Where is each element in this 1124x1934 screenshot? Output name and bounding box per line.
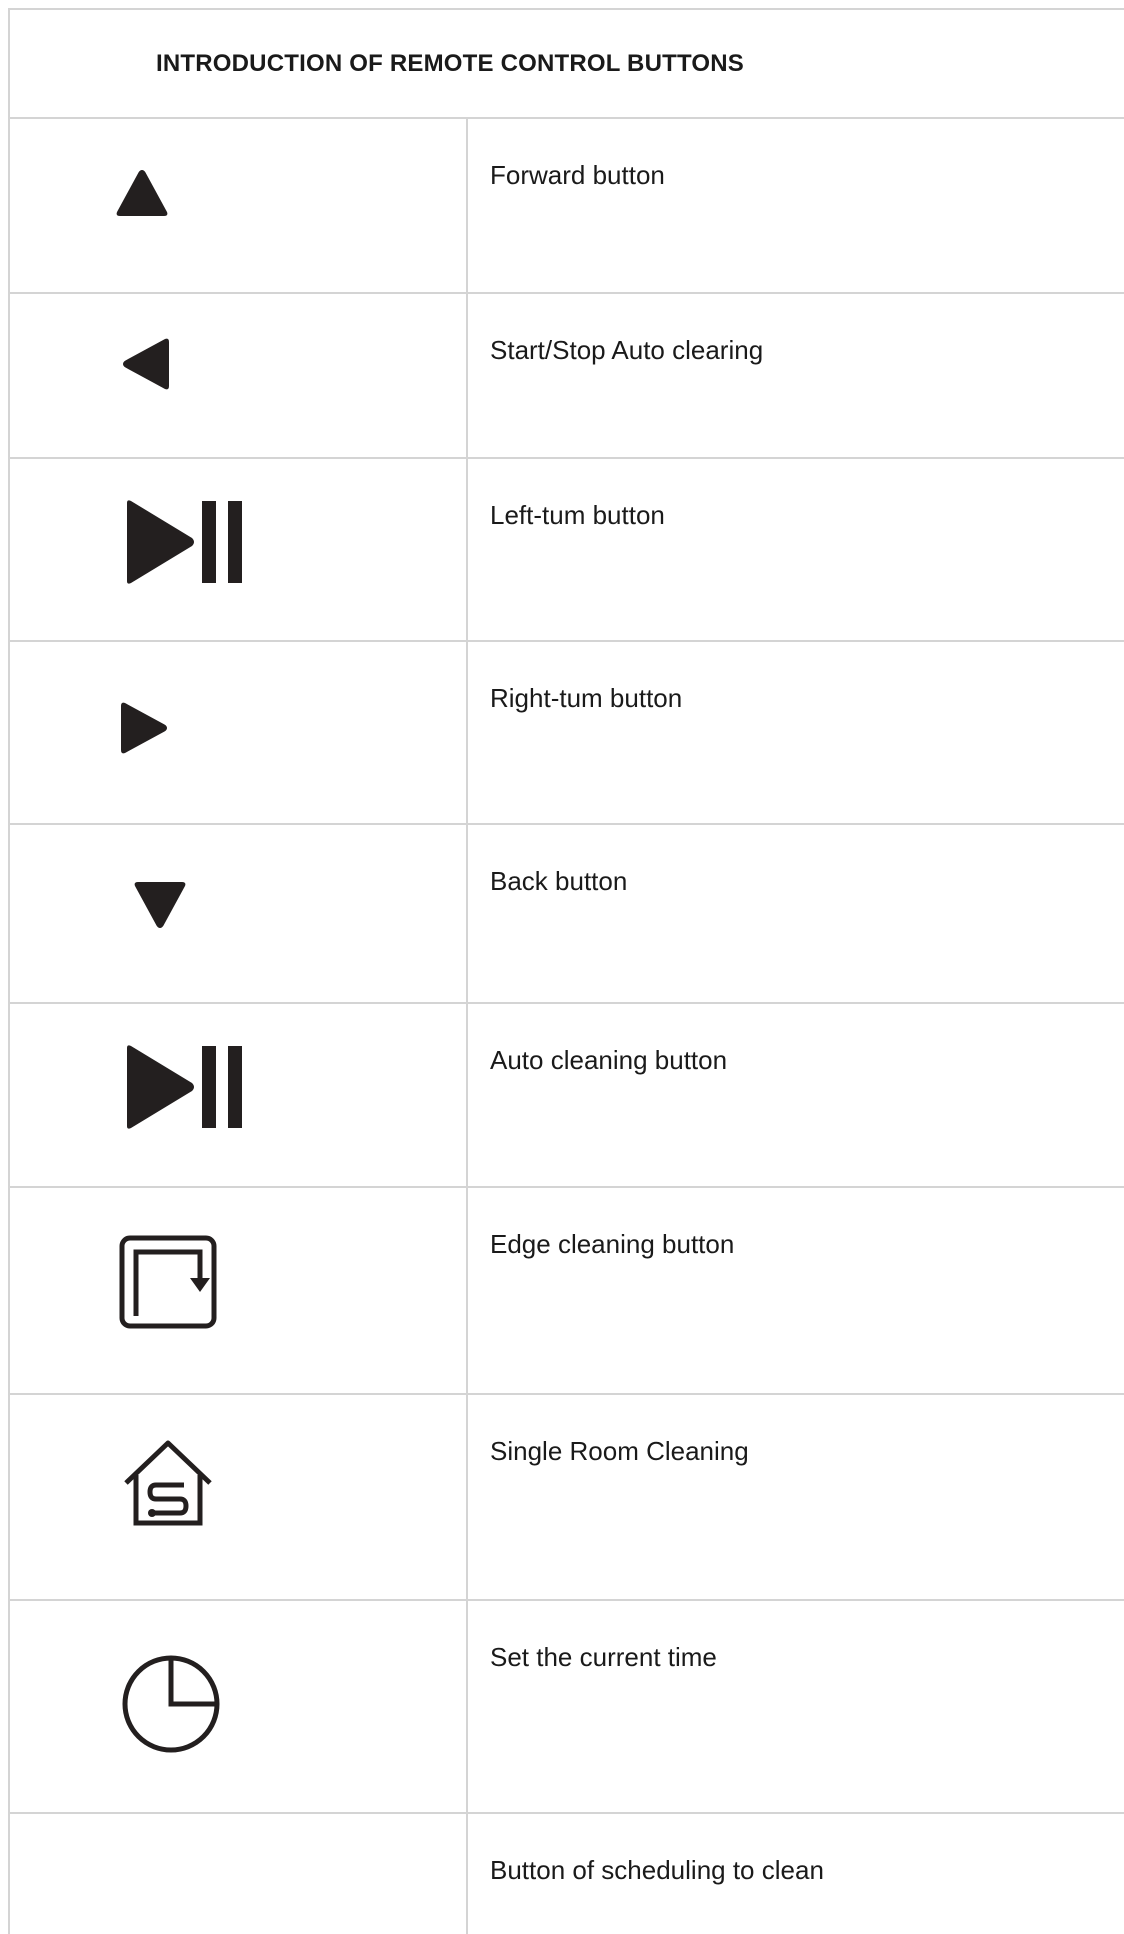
table-row: Right-tum button [10, 642, 1124, 825]
icon-cell [10, 1188, 468, 1393]
table-row: Button of scheduling to clean [10, 1814, 1124, 1934]
row-label: Forward button [490, 160, 665, 190]
table-row: Start/Stop Auto clearing [10, 294, 1124, 459]
table-row: Back button [10, 825, 1124, 1004]
icon-cell [10, 642, 468, 823]
row-label: Button of scheduling to clean [490, 1855, 824, 1885]
icon-cell [10, 459, 468, 640]
table-row: Forward button [10, 119, 1124, 294]
table-row: Auto cleaning button [10, 1004, 1124, 1188]
icon-cell [10, 1395, 468, 1599]
row-label: Left-tum button [490, 500, 665, 530]
triangle-left-icon [123, 338, 169, 390]
table-row: Edge cleaning button [10, 1188, 1124, 1395]
row-label: Auto cleaning button [490, 1045, 728, 1075]
table-row: Set the current time [10, 1601, 1124, 1814]
row-label: Single Room Cleaning [490, 1436, 749, 1466]
triangle-up-icon [116, 170, 168, 216]
icon-cell [10, 1814, 468, 1934]
triangle-right-icon [121, 702, 167, 754]
house-s-icon [124, 1440, 212, 1526]
play-pause-icon [127, 500, 242, 584]
row-label: Back button [490, 866, 628, 896]
row-label: Edge cleaning button [490, 1229, 735, 1259]
icon-cell [10, 119, 468, 292]
icon-cell [10, 1004, 468, 1186]
edge-cleaning-icon [119, 1235, 217, 1329]
remote-buttons-table: INTRODUCTION OF REMOTE CONTROL BUTTONS F… [8, 8, 1124, 1934]
icon-cell [10, 294, 468, 457]
table-row: Left-tum button [10, 459, 1124, 642]
row-label: Start/Stop Auto clearing [490, 335, 764, 365]
row-label: Right-tum button [490, 683, 683, 713]
table-title: INTRODUCTION OF REMOTE CONTROL BUTTONS [10, 10, 1124, 119]
icon-cell [10, 825, 468, 1002]
icon-cell [10, 1601, 468, 1812]
table-row: Single Room Cleaning [10, 1395, 1124, 1601]
triangle-down-icon [134, 882, 186, 928]
play-pause-icon [127, 1045, 242, 1129]
row-label: Set the current time [490, 1642, 717, 1672]
clock-icon [122, 1655, 220, 1753]
